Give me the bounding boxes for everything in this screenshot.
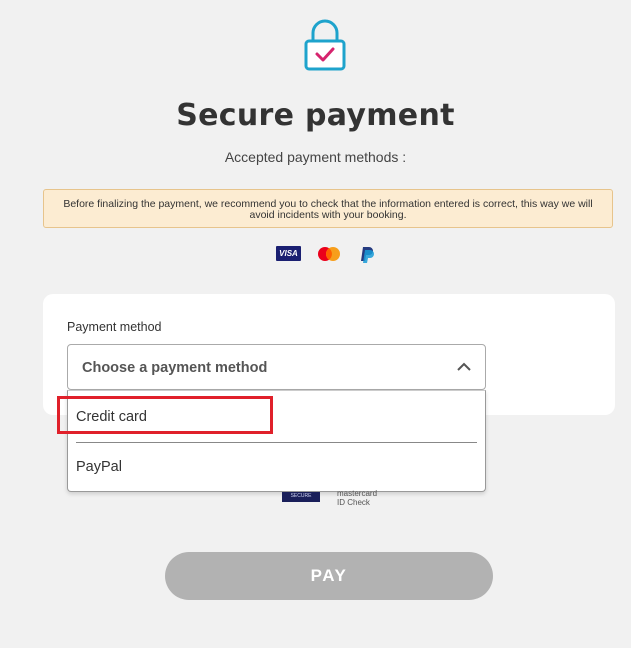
accepted-methods-label: Accepted payment methods : [224,149,407,165]
option-credit-card[interactable]: Credit card [76,409,147,425]
payment-method-dropdown: Credit card PayPal [67,390,486,492]
page-title: Secure payment [176,98,455,133]
accepted-brands: VISA [276,246,380,264]
payment-method-label: Payment method [67,320,162,334]
payment-method-select[interactable]: Choose a payment method [67,344,486,390]
chevron-up-icon [457,362,471,371]
paypal-logo-icon [361,247,374,263]
mastercard-id-check-badge: mastercard ID Check [337,489,397,507]
option-paypal[interactable]: PayPal [76,459,122,475]
secure-badge: SECURE [282,492,320,502]
payment-method-select-value: Choose a payment method [82,360,268,376]
visa-logo-icon: VISA [276,246,301,261]
pay-button[interactable]: PAY [165,552,493,600]
lock-icon [304,19,346,71]
mastercard-badge-label: mastercard [337,489,378,498]
verification-notice: Before finalizing the payment, we recomm… [43,189,613,228]
mastercard-logo-icon [318,247,340,261]
id-check-label: ID Check [337,498,370,507]
option-divider [76,442,477,443]
